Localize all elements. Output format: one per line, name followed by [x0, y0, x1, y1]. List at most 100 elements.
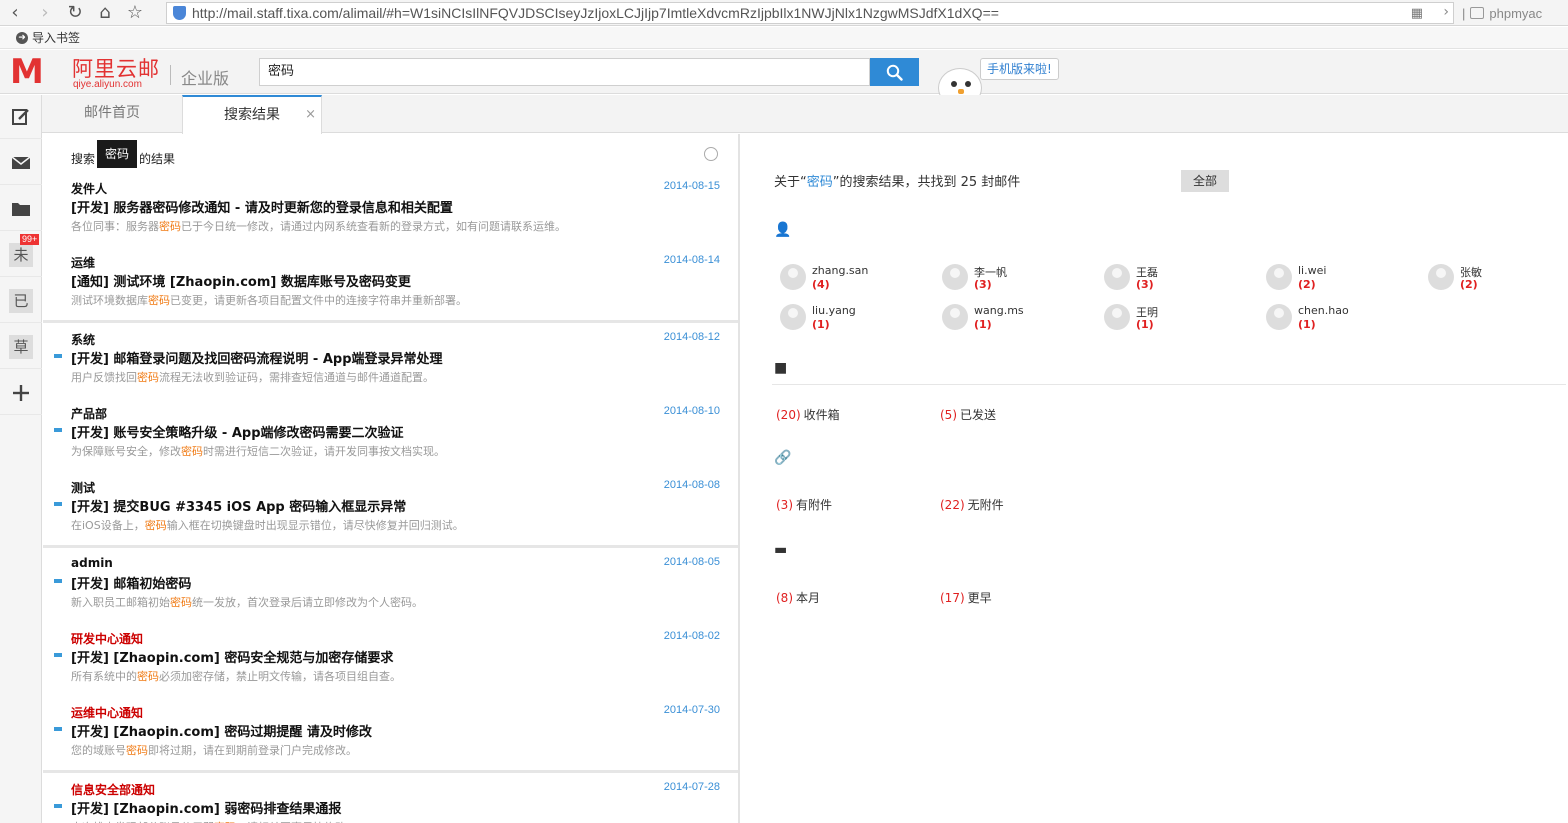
person-filter-item[interactable]: li.wei (2): [1262, 264, 1422, 298]
address-bar[interactable]: http://mail.staff.tixa.com/alimail/#h=W1…: [166, 2, 1454, 24]
snippet-keyword: 密码: [137, 670, 159, 683]
filter-name: 有附件: [796, 498, 833, 512]
list-options-icon[interactable]: [704, 147, 718, 161]
mail-item[interactable]: 发件人 2014-08-15 [开发] 服务器密码修改通知 - 请及时更新您的登录信…: [43, 172, 738, 246]
forward-icon[interactable]: ›: [30, 1, 60, 25]
mail-snippet: 在iOS设备上，密码输入框在切换键盘时出现显示错位，请尽快修复并回归测试。: [71, 517, 711, 533]
drafts-button[interactable]: 草: [0, 325, 42, 369]
folders-filter-item[interactable]: (5) 已发送: [940, 406, 996, 423]
mascot-eye: [965, 81, 971, 87]
search-button[interactable]: [870, 58, 919, 86]
mail-subject[interactable]: [开发] [Zhaopin.com] 弱密码排查结果通报: [71, 798, 671, 817]
tab-search-results[interactable]: 搜索结果 ×: [182, 95, 322, 134]
person-filter-item[interactable]: wang.ms (1): [938, 304, 1098, 338]
mail-subject[interactable]: [通知] 测试环境 [Zhaopin.com] 数据库账号及密码变更: [71, 271, 671, 290]
person-filter-item[interactable]: 王明 (1): [1100, 304, 1260, 338]
import-bookmarks-link[interactable]: 导入书签: [32, 29, 80, 46]
unread-marker: [54, 727, 62, 731]
mail-icon: [11, 155, 31, 169]
person-icon: 👤: [774, 222, 792, 238]
snippet-keyword: 密码: [159, 220, 181, 233]
plus-icon: [13, 384, 29, 401]
filter-name: 更早: [967, 591, 992, 605]
snippet-text: 所有系统中的: [71, 670, 137, 683]
snippet-text: 统一发放，首次登录后请立即修改为个人密码。: [192, 596, 423, 609]
snippet-text: 已于今日统一修改，请通过内网系统查看新的登录方式，如有问题请联系运维。: [181, 220, 566, 233]
person-filter-item[interactable]: chen.hao (1): [1262, 304, 1422, 338]
star-icon[interactable]: ☆: [120, 1, 150, 25]
url-text: http://mail.staff.tixa.com/alimail/#h=W1…: [192, 5, 999, 21]
mail-sender: 测试: [71, 481, 96, 495]
folders-button[interactable]: [0, 187, 42, 231]
mail-subject[interactable]: [开发] [Zhaopin.com] 密码过期提醒 请及时修改: [71, 721, 671, 740]
separator-icon: |: [1462, 5, 1466, 21]
mail-item[interactable]: 测试 2014-08-08 [开发] 提交BUG #3345 iOS App 密码输…: [43, 471, 738, 545]
person-filter-item[interactable]: zhang.san (4): [776, 264, 936, 298]
close-icon[interactable]: ×: [305, 97, 316, 133]
avatar: [1104, 304, 1130, 330]
attachments-filter-item[interactable]: (22) 无附件: [940, 496, 1004, 513]
mail-subject[interactable]: [开发] [Zhaopin.com] 密码安全规范与加密存储要求: [71, 647, 671, 666]
mail-item[interactable]: 产品部 2014-08-10 [开发] 账号安全策略升级 - App端修改密码需要二…: [43, 397, 738, 471]
mail-sender: 运维中心通知: [71, 706, 144, 720]
mail-subject[interactable]: [开发] 提交BUG #3345 iOS App 密码输入框显示异常: [71, 496, 671, 515]
person-filter-item[interactable]: 李一帆 (3): [938, 264, 1098, 298]
filter-name: 无附件: [967, 498, 1004, 512]
filter-name: 本月: [796, 591, 821, 605]
attachments-filter-item[interactable]: (3) 有附件: [776, 496, 832, 513]
logo-divider: [170, 65, 171, 85]
mail-item[interactable]: 信息安全部通知 2014-07-28 [开发] [Zhaopin.com] 弱密码排…: [43, 773, 738, 823]
chevron-right-icon[interactable]: ›: [1443, 4, 1449, 20]
home-icon[interactable]: ⌂: [90, 1, 120, 25]
snippet-text: 即将过期，请在到期前登录门户完成修改。: [148, 744, 357, 757]
person-count: (2): [1460, 278, 1478, 291]
read-button[interactable]: 已: [0, 279, 42, 323]
picture-icon: [1470, 7, 1485, 19]
summary-keyword: 密码: [806, 175, 833, 190]
snippet-text: 新入职员工邮箱初始: [71, 596, 170, 609]
compose-button[interactable]: [0, 95, 42, 139]
add-button[interactable]: [0, 371, 42, 415]
mail-item[interactable]: 系统 2014-08-12 [开发] 邮箱登录问题及找回密码流程说明 - App端登…: [43, 323, 738, 397]
times-filter-item[interactable]: (8) 本月: [776, 589, 820, 606]
read-label: 已: [9, 288, 33, 313]
import-icon: ➜: [16, 31, 28, 44]
snippet-text: 各位同事：服务器: [71, 220, 159, 233]
list-header: 搜索 密码 的结果: [43, 134, 738, 172]
filter-panel: 关于“密码”的搜索结果，共找到 25 封邮件 全部 👤 zhang.san (4)…: [742, 134, 1568, 823]
mail-subject[interactable]: [开发] 服务器密码修改通知 - 请及时更新您的登录信息和相关配置: [71, 197, 671, 216]
mail-date: 2014-08-14: [663, 254, 720, 266]
extension-area[interactable]: | phpmyac: [1462, 3, 1542, 23]
qr-icon[interactable]: ▦: [1411, 6, 1423, 21]
mail-item[interactable]: admin 2014-08-05 [开发] 邮箱初始密码 新入职员工邮箱初始密码统一发…: [43, 548, 738, 622]
times-filter-item[interactable]: (17) 更早: [940, 589, 992, 606]
search-input[interactable]: 密码: [259, 58, 870, 86]
mail-item[interactable]: 研发中心通知 2014-08-02 [开发] [Zhaopin.com] 密码安全规…: [43, 622, 738, 696]
folders-filter-item[interactable]: (20) 收件箱: [776, 406, 840, 423]
mail-subject[interactable]: [开发] 邮箱登录问题及找回密码流程说明 - App端登录异常处理: [71, 348, 671, 367]
mail-date: 2014-08-05: [663, 556, 720, 568]
filter-name: 收件箱: [803, 408, 840, 422]
time-icon: ▬: [774, 542, 788, 558]
mail-date: 2014-08-15: [663, 180, 720, 192]
mail-subject[interactable]: [开发] 账号安全策略升级 - App端修改密码需要二次验证: [71, 422, 671, 441]
mobile-version-tip[interactable]: 手机版来啦!: [980, 58, 1059, 80]
unread-button[interactable]: 未 99+: [0, 233, 42, 277]
mail-subject[interactable]: [开发] 邮箱初始密码: [71, 573, 671, 592]
compose-icon: [12, 108, 29, 125]
reload-icon[interactable]: ↻: [60, 1, 90, 25]
mail-sender: 运维: [71, 256, 96, 270]
snippet-text: 为保障账号安全，修改: [71, 445, 181, 458]
summary-suffix: ”的搜索结果，共找到 25 封邮件: [832, 175, 1021, 190]
mail-item[interactable]: 运维 2014-08-14 [通知] 测试环境 [Zhaopin.com] 数据库账…: [43, 246, 738, 320]
all-button[interactable]: 全部: [1181, 170, 1229, 192]
person-name: wang.ms: [974, 304, 1024, 317]
unread-marker: [54, 804, 62, 808]
person-filter-item[interactable]: liu.yang (1): [776, 304, 936, 338]
person-filter-item[interactable]: 王磊 (3): [1100, 264, 1260, 298]
mail-item[interactable]: 运维中心通知 2014-07-30 [开发] [Zhaopin.com] 密码过期提…: [43, 696, 738, 770]
back-icon[interactable]: ‹: [0, 1, 30, 25]
inbox-button[interactable]: [0, 141, 42, 185]
person-filter-item[interactable]: 张敏 (2): [1424, 264, 1568, 298]
tab-mail-home[interactable]: 邮件首页: [42, 95, 182, 133]
